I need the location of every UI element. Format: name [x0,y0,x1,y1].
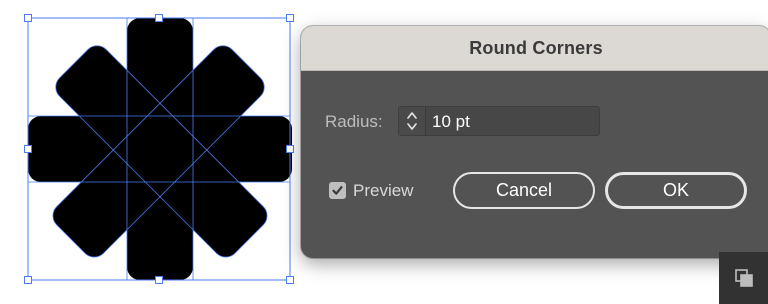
radius-value-input[interactable]: 10 pt [432,112,470,132]
preview-label[interactable]: Preview [353,181,413,201]
dialog-titlebar[interactable]: Round Corners [301,26,768,71]
cancel-button[interactable]: Cancel [453,172,595,209]
selected-shape[interactable] [0,0,300,304]
handle-top-right [286,14,294,22]
handle-top-center [155,14,163,22]
handle-top-left [24,14,32,22]
radius-field[interactable]: 10 pt [398,106,600,136]
panel-corner-button[interactable] [719,252,768,304]
handle-bottom-left [24,276,32,284]
chevron-up-down-icon[interactable] [406,110,418,132]
asterisk-shape[interactable] [28,18,292,280]
handle-middle-right [286,145,294,153]
handle-middle-left [24,145,32,153]
handle-bottom-right [286,276,294,284]
round-corners-dialog: Round Corners Radius: 10 pt Preview Canc… [301,26,768,258]
preview-checkbox[interactable] [329,182,346,199]
dialog-title: Round Corners [469,37,603,58]
radius-stepper[interactable] [399,107,426,135]
radius-label: Radius: [325,112,383,131]
arrange-icon [734,269,753,287]
handle-bottom-center [155,276,163,284]
ok-button[interactable]: OK [605,172,747,209]
checkmark-icon [332,186,343,195]
